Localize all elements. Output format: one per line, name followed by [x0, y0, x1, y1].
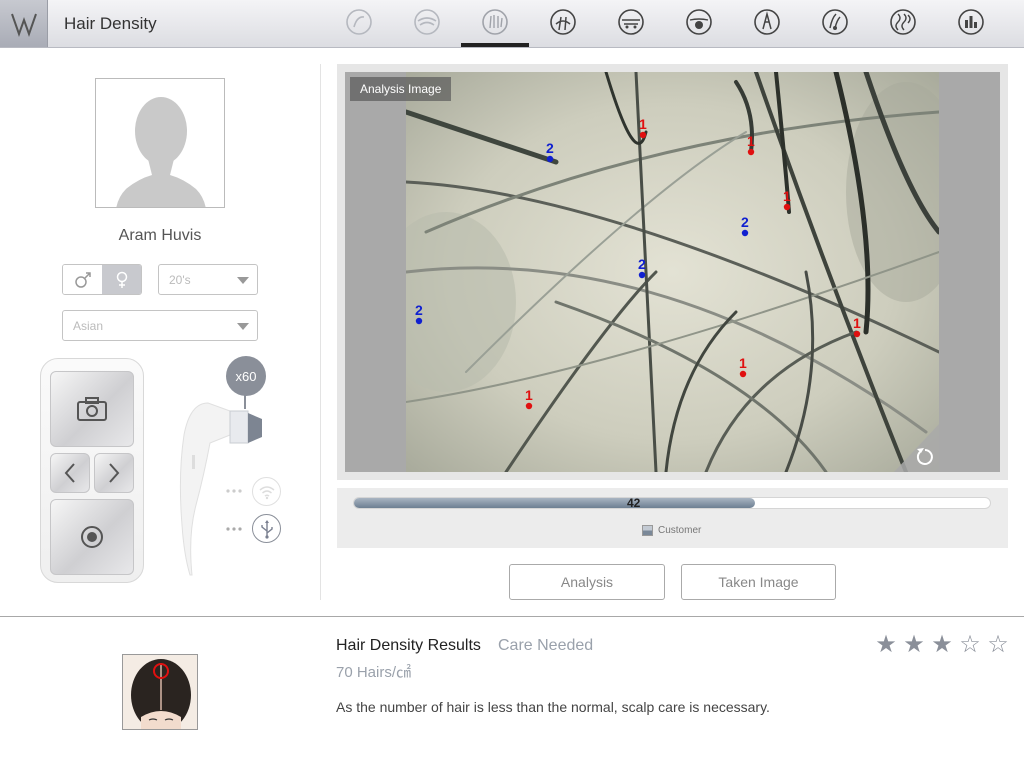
rotate-icon[interactable] — [914, 446, 936, 468]
previous-button[interactable] — [50, 453, 90, 493]
hair-marker-dot — [638, 271, 646, 279]
hair-marker-label: 2 — [546, 140, 554, 156]
hair-marker-dot — [525, 402, 533, 410]
hair-marker-label: 1 — [853, 315, 861, 331]
star-empty-icon: ☆ — [959, 631, 981, 658]
avatar[interactable] — [95, 78, 225, 208]
rating-stars: ★ ★ ★ ☆ ☆ — [874, 633, 1010, 657]
sebum-icon — [686, 9, 712, 35]
dead-skin-icon — [822, 9, 848, 35]
hair-marker-dot — [741, 229, 749, 237]
user-name: Aram Huvis — [118, 227, 202, 244]
head-diagram-thumbnail — [122, 654, 198, 730]
star-filled-icon: ★ — [931, 631, 953, 658]
hair-marker-dot — [783, 203, 791, 211]
pore-icon — [618, 9, 644, 35]
tab-hair-thickness[interactable] — [751, 6, 783, 38]
logo-w-icon — [10, 13, 37, 37]
hair-marker-dot — [739, 370, 747, 378]
hair-marker-label: 2 — [415, 302, 423, 318]
top-header-bar: Hair Density — [0, 0, 1024, 48]
hair-marker-label: 2 — [638, 256, 646, 272]
usb-connection-button[interactable] — [252, 514, 281, 543]
female-avatar-icon — [116, 97, 206, 207]
app-logo[interactable] — [0, 0, 48, 47]
hair-marker-dot — [415, 317, 423, 325]
customer-density-bar — [354, 498, 755, 508]
camera-icon — [77, 397, 107, 421]
tab-hair-loss[interactable] — [547, 6, 579, 38]
hair-marker-label: 2 — [741, 214, 749, 230]
star-filled-icon: ★ — [903, 631, 925, 658]
record-icon — [81, 526, 103, 548]
density-bar-value: 42 — [627, 496, 641, 510]
age-group-select[interactable]: 20's — [158, 264, 258, 295]
results-divider — [0, 616, 1024, 617]
tab-report[interactable] — [955, 6, 987, 38]
wifi-connection-button[interactable] — [252, 477, 281, 506]
male-button[interactable] — [63, 265, 102, 294]
capture-button[interactable] — [50, 371, 134, 447]
tab-hair-damage[interactable] — [887, 6, 919, 38]
hair-marker-label: 1 — [639, 116, 647, 132]
chevron-right-icon — [109, 463, 120, 483]
usb-icon — [260, 519, 273, 539]
customer-legend-label: Customer — [658, 525, 702, 536]
hair-damage-icon — [890, 9, 916, 35]
hair-loss-icon — [550, 9, 576, 35]
chevron-down-icon — [237, 277, 249, 284]
record-button[interactable] — [50, 499, 134, 575]
report-chart-icon — [958, 9, 984, 35]
device-controller — [40, 358, 144, 583]
star-filled-icon: ★ — [875, 631, 897, 658]
next-button[interactable] — [94, 453, 134, 493]
scalp-icon — [414, 9, 440, 35]
active-tab-indicator — [461, 43, 529, 47]
result-value: 70 Hairs/㎠ — [336, 664, 412, 681]
hair-marker-label: 1 — [739, 355, 747, 371]
panel-divider — [320, 64, 321, 600]
bar-legend: Customer — [642, 525, 701, 536]
female-icon — [116, 271, 127, 288]
tab-hair-type[interactable] — [343, 6, 375, 38]
hair-type-icon — [346, 9, 372, 35]
tab-dead-skin[interactable] — [819, 6, 851, 38]
ethnicity-select[interactable]: Asian — [62, 310, 258, 341]
male-icon — [74, 271, 91, 288]
result-description: As the number of hair is less than the n… — [336, 699, 770, 715]
analysis-image-label: Analysis Image — [350, 77, 452, 101]
result-status: Care Needed — [498, 637, 594, 654]
tab-scalp[interactable] — [411, 6, 443, 38]
hair-density-icon — [482, 9, 508, 35]
hair-marker-label: 1 — [783, 188, 791, 204]
hair-marker-dot — [747, 148, 755, 156]
customer-legend-swatch — [642, 525, 653, 536]
head-top-view-icon — [123, 655, 197, 729]
star-empty-icon: ☆ — [987, 631, 1009, 658]
tab-hair-density[interactable] — [479, 6, 511, 38]
hair-marker-label: 1 — [525, 387, 533, 403]
hair-marker-dot — [853, 330, 861, 338]
tab-pore[interactable] — [615, 6, 647, 38]
age-group-value: 20's — [169, 273, 191, 287]
female-button[interactable] — [102, 265, 141, 294]
hair-marker-dot — [546, 155, 554, 163]
hair-marker-label: 1 — [747, 133, 755, 149]
hair-thickness-icon — [754, 9, 780, 35]
ethnicity-value: Asian — [73, 319, 104, 333]
result-title: Hair Density Results — [336, 637, 481, 654]
magnification-badge: x60 — [226, 356, 266, 396]
scalp-microscope-image[interactable]: 1 1 1 1 1 1 2 2 2 2 — [406, 72, 939, 472]
wifi-icon — [259, 485, 274, 499]
hair-marker-dot — [639, 131, 647, 139]
taken-image-button[interactable]: Taken Image — [681, 564, 836, 600]
page-title: Hair Density — [64, 14, 157, 33]
chevron-left-icon — [64, 463, 75, 483]
chevron-down-icon — [237, 323, 249, 330]
analysis-button[interactable]: Analysis — [509, 564, 665, 600]
gender-toggle — [62, 264, 142, 295]
tab-sebum[interactable] — [683, 6, 715, 38]
